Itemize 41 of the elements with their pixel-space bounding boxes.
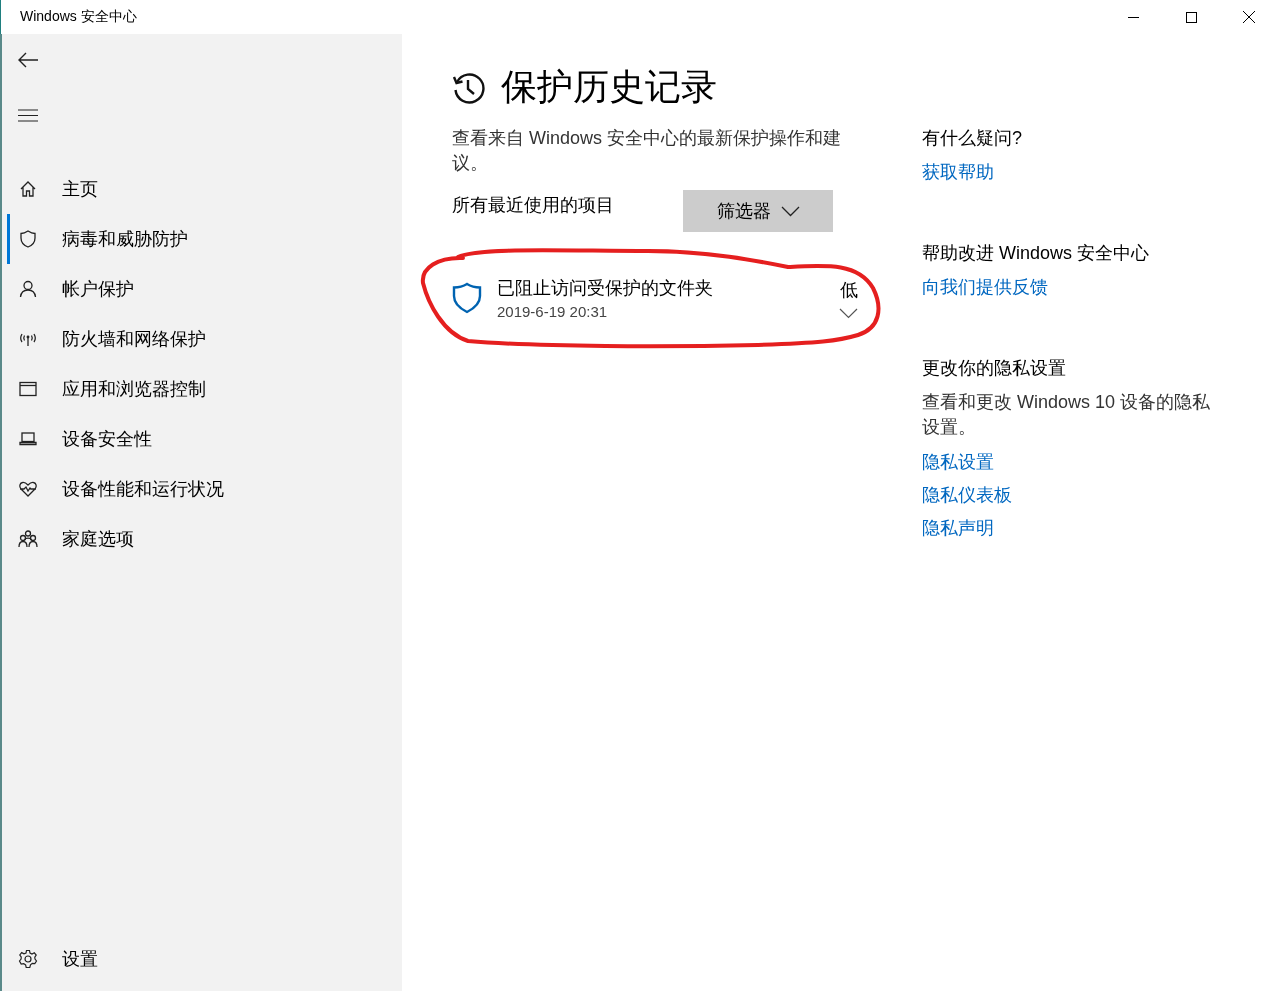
link[interactable]: 隐私仪表板: [922, 479, 1222, 512]
nav-item[interactable]: 帐户保护: [7, 264, 402, 314]
link[interactable]: 隐私声明: [922, 512, 1222, 545]
close-icon: [1243, 11, 1255, 23]
nav-item[interactable]: 主页: [7, 164, 402, 214]
aside-heading: 帮助改进 Windows 安全中心: [922, 242, 1151, 265]
history-date: 2019-6-19 20:31: [497, 303, 609, 320]
nav-icon: [18, 379, 38, 399]
menu-icon: [18, 108, 38, 122]
window-title: Windows 安全中心: [20, 8, 137, 26]
history-title: 已阻止访问受保护的文件夹: [497, 277, 714, 300]
nav-item[interactable]: 防火墙和网络保护: [7, 314, 402, 364]
settings-icon: [18, 949, 38, 969]
nav-icon: [18, 229, 38, 249]
section-label: 所有最近使用的项目: [452, 194, 615, 217]
maximize-icon: [1185, 11, 1197, 23]
aside-heading: 有什么疑问?: [922, 127, 1023, 150]
nav-icon: [18, 279, 38, 299]
chevron-down-icon: [780, 205, 800, 217]
history-clock-icon: [452, 70, 486, 105]
aside-heading: 更改你的隐私设置: [922, 357, 1067, 380]
nav-item[interactable]: 家庭选项: [7, 514, 402, 564]
link[interactable]: 隐私设置: [922, 446, 1222, 479]
shield-icon: [452, 282, 482, 314]
filter-dropdown[interactable]: 筛选器: [683, 190, 833, 232]
settings-item[interactable]: 设置: [7, 934, 402, 984]
link[interactable]: 获取帮助: [922, 156, 1222, 189]
nav-icon: [18, 529, 38, 549]
aside-description: 查看和更改 Windows 10 设备的隐私设置。: [922, 391, 1212, 439]
nav-icon: [18, 479, 38, 499]
page-description: 查看来自 Windows 安全中心的最新保护操作和建议。: [452, 127, 843, 175]
nav-item[interactable]: 设备性能和运行状况: [7, 464, 402, 514]
nav-item[interactable]: 应用和浏览器控制: [7, 364, 402, 414]
nav-icon: [18, 179, 38, 199]
nav-item[interactable]: 病毒和威胁防护: [7, 214, 402, 264]
page-title: 保护历史记录: [501, 65, 717, 109]
link[interactable]: 向我们提供反馈: [922, 271, 1222, 304]
nav-item[interactable]: 设备安全性: [7, 414, 402, 464]
history-item[interactable]: 已阻止访问受保护的文件夹 2019-6-19 20:31 低: [452, 276, 858, 320]
severity-label: 低: [839, 278, 858, 302]
back-arrow-icon: [18, 52, 38, 68]
